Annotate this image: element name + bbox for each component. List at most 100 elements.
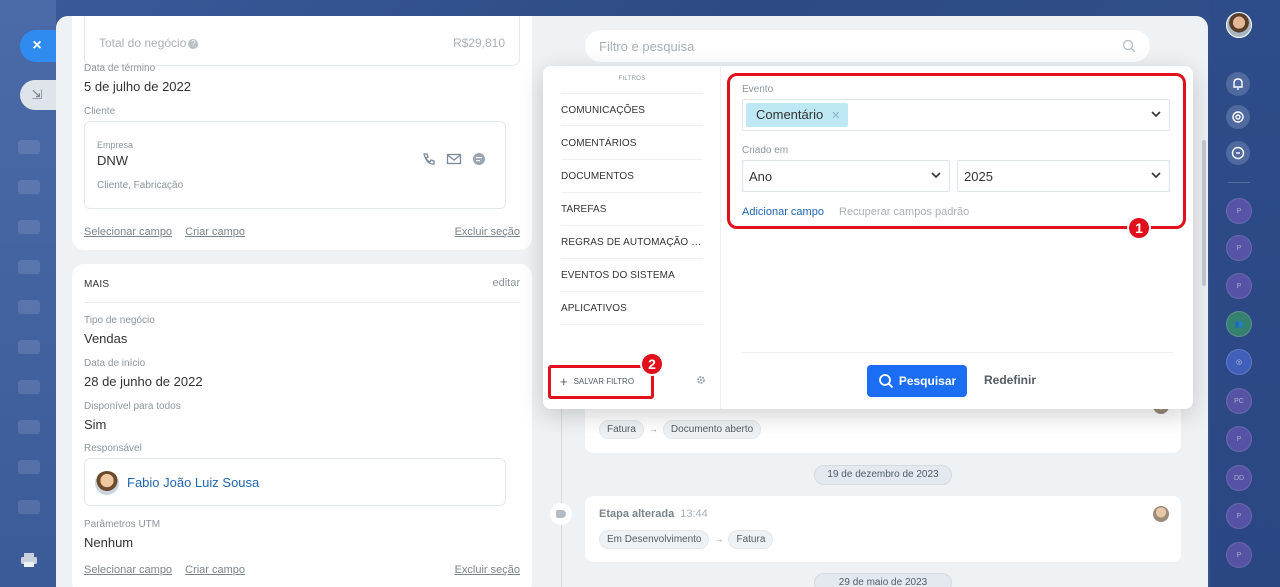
- printer-icon[interactable]: [20, 552, 38, 568]
- recent-chat-bubble[interactable]: P: [1226, 542, 1252, 568]
- create-field-link[interactable]: Criar campo: [185, 564, 245, 576]
- mail-icon[interactable]: [446, 152, 462, 166]
- close-button[interactable]: ×: [20, 30, 60, 62]
- phone-icon[interactable]: [421, 152, 437, 166]
- date-separator: 29 de maio de 2023: [814, 573, 952, 587]
- deal-type-value: Vendas: [84, 331, 128, 346]
- edit-link[interactable]: editar: [492, 277, 520, 289]
- recent-chat-bubble[interactable]: P: [1226, 235, 1252, 261]
- available-label: Disponível para todos: [84, 401, 181, 412]
- chat-search-icon[interactable]: [1226, 141, 1250, 165]
- select-field-link[interactable]: Selecionar campo: [84, 226, 172, 238]
- highlight-outline-fields: [727, 73, 1186, 229]
- right-rail: P P P 👥 ◎ PC P DD P P: [1210, 0, 1280, 587]
- target-icon[interactable]: [1226, 105, 1250, 129]
- field-actions: Selecionar campo Criar campo: [84, 564, 255, 576]
- rail-ghost-item: [18, 340, 40, 354]
- recent-chat-bubble[interactable]: DD: [1226, 465, 1252, 491]
- timeline-search-input[interactable]: Filtro e pesquisa: [585, 30, 1150, 62]
- arrow-right-icon: →: [714, 534, 724, 544]
- recent-chat-bubble[interactable]: PC: [1226, 388, 1252, 414]
- divider: [742, 352, 1173, 353]
- event-title-text: Etapa alterada: [599, 508, 675, 520]
- create-field-link[interactable]: Criar campo: [185, 226, 245, 238]
- mais-title: MAIS: [84, 279, 110, 290]
- responsible-label: Responsável: [84, 443, 142, 454]
- deal-details-column: Total do negócio? R$29,810 Data de térmi…: [72, 16, 532, 587]
- stage-chip: Fatura: [599, 420, 644, 439]
- responsible-name[interactable]: Fabio João Luiz Sousa: [127, 475, 259, 490]
- stage-chips: Em Desenvolvimento → Fatura: [599, 529, 774, 549]
- rail-ghost-item: [18, 420, 40, 434]
- total-label: Total do negócio?: [99, 36, 199, 50]
- total-value: R$29,810: [452, 36, 505, 50]
- company-label: Empresa: [97, 140, 134, 150]
- avatar: [1153, 506, 1169, 522]
- rail-ghost-item: [18, 500, 40, 514]
- company-sub: Cliente, Fabricação: [97, 180, 184, 191]
- end-date-label: Data de término: [84, 63, 156, 74]
- timeline-item[interactable]: Etapa alterada 13:44 Em Desenvolvimento → F…: [585, 496, 1181, 562]
- delete-section-link[interactable]: Excluir seção: [455, 226, 520, 238]
- stage-chip: Documento aberto: [662, 420, 762, 439]
- stage-chip: Fatura: [728, 530, 774, 549]
- mais-panel: MAIS editar Tipo de negócio Vendas Data …: [72, 264, 532, 587]
- scrollbar[interactable]: [1202, 140, 1206, 286]
- event-time: 13:44: [680, 508, 708, 520]
- step-badge: 2: [640, 352, 664, 376]
- date-separator: 19 de dezembro de 2023: [814, 465, 952, 485]
- divider: [84, 302, 520, 303]
- rail-ghost-item: [18, 260, 40, 274]
- reset-button[interactable]: Redefinir: [984, 373, 1036, 387]
- deal-type-label: Tipo de negócio: [84, 315, 155, 326]
- stage-chip: Em Desenvolvimento: [599, 530, 710, 549]
- rail-ghost-item: [18, 300, 40, 314]
- total-field[interactable]: Total do negócio? R$29,810: [84, 16, 520, 66]
- field-actions: Selecionar campo Criar campo: [84, 226, 255, 238]
- available-value: Sim: [84, 417, 107, 432]
- user-avatar[interactable]: [1226, 12, 1252, 38]
- chat-icon[interactable]: [471, 152, 487, 166]
- minimize-button[interactable]: ⇲: [20, 80, 60, 110]
- divider: [1228, 182, 1250, 183]
- gear-icon[interactable]: [696, 375, 706, 385]
- filter-item-automation[interactable]: REGRAS DE AUTOMAÇÃO E F...: [561, 226, 703, 259]
- utm-label: Parâmetros UTM: [84, 519, 161, 530]
- event-title: Etapa alterada 13:44: [599, 508, 708, 520]
- timeline-line: [561, 396, 562, 587]
- filter-item-tasks[interactable]: TAREFAS: [561, 193, 703, 226]
- avatar: [95, 471, 119, 495]
- minimize-icon: ⇲: [31, 87, 43, 102]
- search-icon: [878, 374, 893, 389]
- recent-chat-bubble[interactable]: P: [1226, 198, 1252, 224]
- delete-section-link[interactable]: Excluir seção: [455, 564, 520, 576]
- target-icon: ◎: [1235, 359, 1243, 366]
- end-date-value: 5 de julho de 2022: [84, 79, 191, 94]
- bell-icon[interactable]: [1226, 72, 1250, 96]
- search-button[interactable]: Pesquisar: [867, 365, 967, 397]
- filters-heading: FILTROS: [618, 76, 646, 82]
- filter-item-system-events[interactable]: EVENTOS DO SISTEMA: [561, 259, 703, 292]
- help-icon[interactable]: ?: [188, 39, 199, 49]
- filter-item-documents[interactable]: DOCUMENTOS: [561, 160, 703, 193]
- select-field-link[interactable]: Selecionar campo: [84, 564, 172, 576]
- rail-ghost-item: [18, 460, 40, 474]
- recent-chat-bubble[interactable]: P: [1226, 426, 1252, 452]
- rail-ghost-item: [18, 380, 40, 394]
- channel-bubble[interactable]: ◎: [1226, 349, 1252, 375]
- search-icon[interactable]: [1122, 39, 1136, 53]
- filter-item-communications[interactable]: COMUNICAÇÕES: [561, 93, 703, 126]
- arrow-right-icon: →: [648, 424, 658, 434]
- recent-chat-bubble[interactable]: P: [1226, 503, 1252, 529]
- rail-ghost-item: [18, 180, 40, 194]
- recent-chat-bubble[interactable]: P: [1226, 273, 1252, 299]
- filter-item-comments[interactable]: COMENTÁRIOS: [561, 127, 703, 160]
- search-button-label: Pesquisar: [898, 374, 957, 388]
- client-label: Cliente: [84, 106, 116, 117]
- start-date-label: Data de início: [84, 358, 146, 369]
- responsible-card[interactable]: Fabio João Luiz Sousa: [84, 458, 506, 506]
- filter-item-apps[interactable]: APLICATIVOS: [561, 292, 703, 325]
- utm-value: Nenhum: [84, 535, 134, 550]
- company-card[interactable]: Empresa DNW Cliente, Fabricação: [84, 121, 506, 209]
- group-chat-bubble[interactable]: 👥: [1226, 311, 1252, 337]
